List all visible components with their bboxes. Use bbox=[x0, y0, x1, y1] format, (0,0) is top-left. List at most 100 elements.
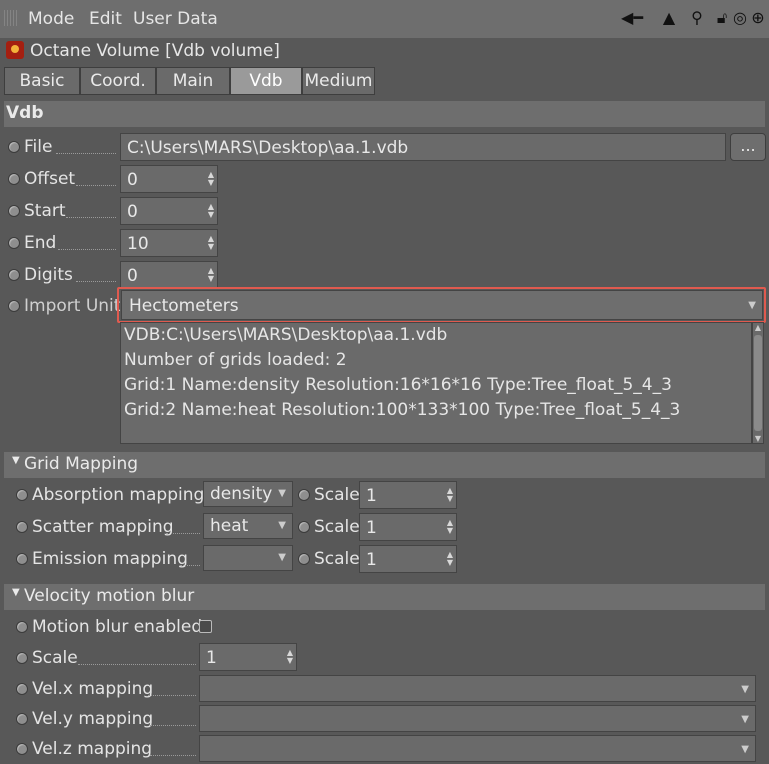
scatter-value: heat bbox=[210, 516, 249, 536]
end-input[interactable]: 10 ▲ ▼ bbox=[120, 229, 218, 257]
offset-value: 0 bbox=[127, 170, 138, 190]
tab-medium[interactable]: Medium bbox=[302, 67, 375, 95]
vel-scale-label: Scale bbox=[32, 648, 78, 668]
velx-dropdown[interactable]: ▼ bbox=[199, 675, 756, 702]
collapse-triangle-icon[interactable]: ▼ bbox=[12, 455, 20, 466]
vel-scale-value: 1 bbox=[206, 648, 217, 668]
import-unit-animate-icon[interactable] bbox=[8, 300, 20, 312]
tab-vdb[interactable]: Vdb bbox=[230, 67, 302, 95]
menu-edit[interactable]: Edit bbox=[89, 9, 122, 29]
collapse-triangle-icon[interactable]: ▼ bbox=[12, 587, 20, 598]
file-animate-icon[interactable] bbox=[8, 141, 20, 153]
end-label: End bbox=[24, 233, 57, 253]
motion-blur-label: Motion blur enabled bbox=[32, 617, 203, 637]
chevron-down-icon: ▼ bbox=[741, 684, 749, 695]
vel-scale-input[interactable]: 1 ▲ ▼ bbox=[199, 643, 297, 671]
velz-dropdown[interactable]: ▼ bbox=[199, 735, 756, 762]
vely-animate-icon[interactable] bbox=[16, 713, 28, 725]
scale-animate-icon[interactable] bbox=[298, 521, 310, 533]
target-icon[interactable]: ◎ bbox=[732, 8, 748, 28]
browse-button[interactable]: ... bbox=[730, 133, 766, 161]
grid-mapping-title: Grid Mapping bbox=[24, 454, 139, 474]
absorption-scale-input[interactable]: 1 ▲ ▼ bbox=[359, 481, 457, 509]
tab-basic[interactable]: Basic bbox=[4, 67, 80, 95]
motion-blur-checkbox[interactable] bbox=[199, 620, 212, 633]
digits-input[interactable]: 0 ▲ ▼ bbox=[120, 261, 218, 289]
dot-leader bbox=[148, 695, 196, 696]
lock-icon[interactable]: 🔓︎ bbox=[714, 8, 730, 28]
add-icon[interactable]: ⊕ bbox=[750, 8, 766, 28]
info-line: Number of grids loaded: 2 bbox=[124, 350, 347, 370]
scale-label: Scale bbox=[314, 549, 360, 569]
scale-animate-icon[interactable] bbox=[298, 489, 310, 501]
spinner-icon[interactable]: ▲ ▼ bbox=[208, 235, 214, 251]
velz-animate-icon[interactable] bbox=[16, 743, 28, 755]
emission-animate-icon[interactable] bbox=[16, 553, 28, 565]
dot-leader bbox=[150, 755, 196, 756]
highlight-box bbox=[117, 287, 766, 323]
scatter-scale-input[interactable]: 1 ▲ ▼ bbox=[359, 513, 457, 541]
start-animate-icon[interactable] bbox=[8, 205, 20, 217]
digits-animate-icon[interactable] bbox=[8, 269, 20, 281]
vely-label: Vel.y mapping bbox=[32, 709, 154, 729]
chevron-down-icon: ▼ bbox=[741, 744, 749, 755]
velx-label: Vel.x mapping bbox=[32, 679, 154, 699]
scroll-thumb[interactable] bbox=[754, 335, 762, 431]
digits-label: Digits bbox=[24, 265, 73, 285]
absorption-label: Absorption mapping bbox=[32, 485, 205, 505]
info-line: Grid:1 Name:density Resolution:16*16*16 … bbox=[124, 375, 672, 395]
info-line: Grid:2 Name:heat Resolution:100*133*100 … bbox=[124, 400, 681, 420]
chevron-down-icon: ▼ bbox=[741, 714, 749, 725]
file-label: File bbox=[24, 137, 53, 157]
spinner-icon[interactable]: ▲ ▼ bbox=[208, 171, 214, 187]
tab-coord[interactable]: Coord. bbox=[80, 67, 156, 95]
vely-dropdown[interactable]: ▼ bbox=[199, 705, 756, 732]
chevron-down-icon: ▼ bbox=[278, 520, 286, 531]
scatter-dropdown[interactable]: heat ▼ bbox=[203, 513, 293, 539]
search-icon[interactable]: ⚲ bbox=[688, 8, 706, 28]
absorption-dropdown[interactable]: density ▼ bbox=[203, 481, 293, 507]
scroll-down-icon[interactable]: ▼ bbox=[753, 434, 763, 443]
scale-value: 1 bbox=[366, 550, 377, 570]
offset-input[interactable]: 0 ▲ ▼ bbox=[120, 165, 218, 193]
spinner-icon[interactable]: ▲ ▼ bbox=[447, 487, 453, 503]
spinner-icon[interactable]: ▲ ▼ bbox=[447, 551, 453, 567]
dot-leader bbox=[78, 664, 196, 665]
motion-blur-animate-icon[interactable] bbox=[16, 621, 28, 633]
grid-mapping-header[interactable]: ▼ Grid Mapping bbox=[4, 452, 765, 478]
file-path-field[interactable]: C:\Users\MARS\Desktop\aa.1.vdb bbox=[120, 133, 726, 161]
back-arrow-icon[interactable]: ◀━ bbox=[612, 8, 652, 28]
menu-mode[interactable]: Mode bbox=[28, 9, 74, 29]
scale-label: Scale bbox=[314, 485, 360, 505]
cursor-arrow-icon[interactable]: ▲ bbox=[660, 8, 678, 28]
tab-main[interactable]: Main bbox=[156, 67, 230, 95]
offset-animate-icon[interactable] bbox=[8, 173, 20, 185]
scale-animate-icon[interactable] bbox=[298, 553, 310, 565]
grip-icon[interactable] bbox=[4, 10, 18, 26]
spinner-icon[interactable]: ▲ ▼ bbox=[447, 519, 453, 535]
velx-animate-icon[interactable] bbox=[16, 683, 28, 695]
dot-leader bbox=[58, 249, 116, 250]
start-label: Start bbox=[24, 201, 66, 221]
menu-user-data[interactable]: User Data bbox=[133, 9, 218, 29]
end-animate-icon[interactable] bbox=[8, 237, 20, 249]
spinner-icon[interactable]: ▲ ▼ bbox=[208, 267, 214, 283]
vdb-section-header: Vdb bbox=[4, 101, 765, 127]
info-scrollbar[interactable]: ▲ ▼ bbox=[752, 322, 764, 444]
scatter-animate-icon[interactable] bbox=[16, 521, 28, 533]
start-input[interactable]: 0 ▲ ▼ bbox=[120, 197, 218, 225]
scroll-up-icon[interactable]: ▲ bbox=[753, 323, 763, 332]
absorption-animate-icon[interactable] bbox=[16, 489, 28, 501]
dot-leader bbox=[76, 281, 116, 282]
object-header: Octane Volume [Vdb volume] bbox=[0, 38, 769, 66]
emission-dropdown[interactable]: ▼ bbox=[203, 545, 293, 571]
dot-leader bbox=[166, 533, 200, 534]
spinner-icon[interactable]: ▲ ▼ bbox=[287, 649, 293, 665]
emission-scale-input[interactable]: 1 ▲ ▼ bbox=[359, 545, 457, 573]
vel-scale-animate-icon[interactable] bbox=[16, 652, 28, 664]
spinner-icon[interactable]: ▲ ▼ bbox=[208, 203, 214, 219]
import-unit-label: Import Unit bbox=[24, 296, 121, 316]
scale-value: 1 bbox=[366, 486, 377, 506]
velocity-header[interactable]: ▼ Velocity motion blur bbox=[4, 584, 765, 610]
scale-value: 1 bbox=[366, 518, 377, 538]
